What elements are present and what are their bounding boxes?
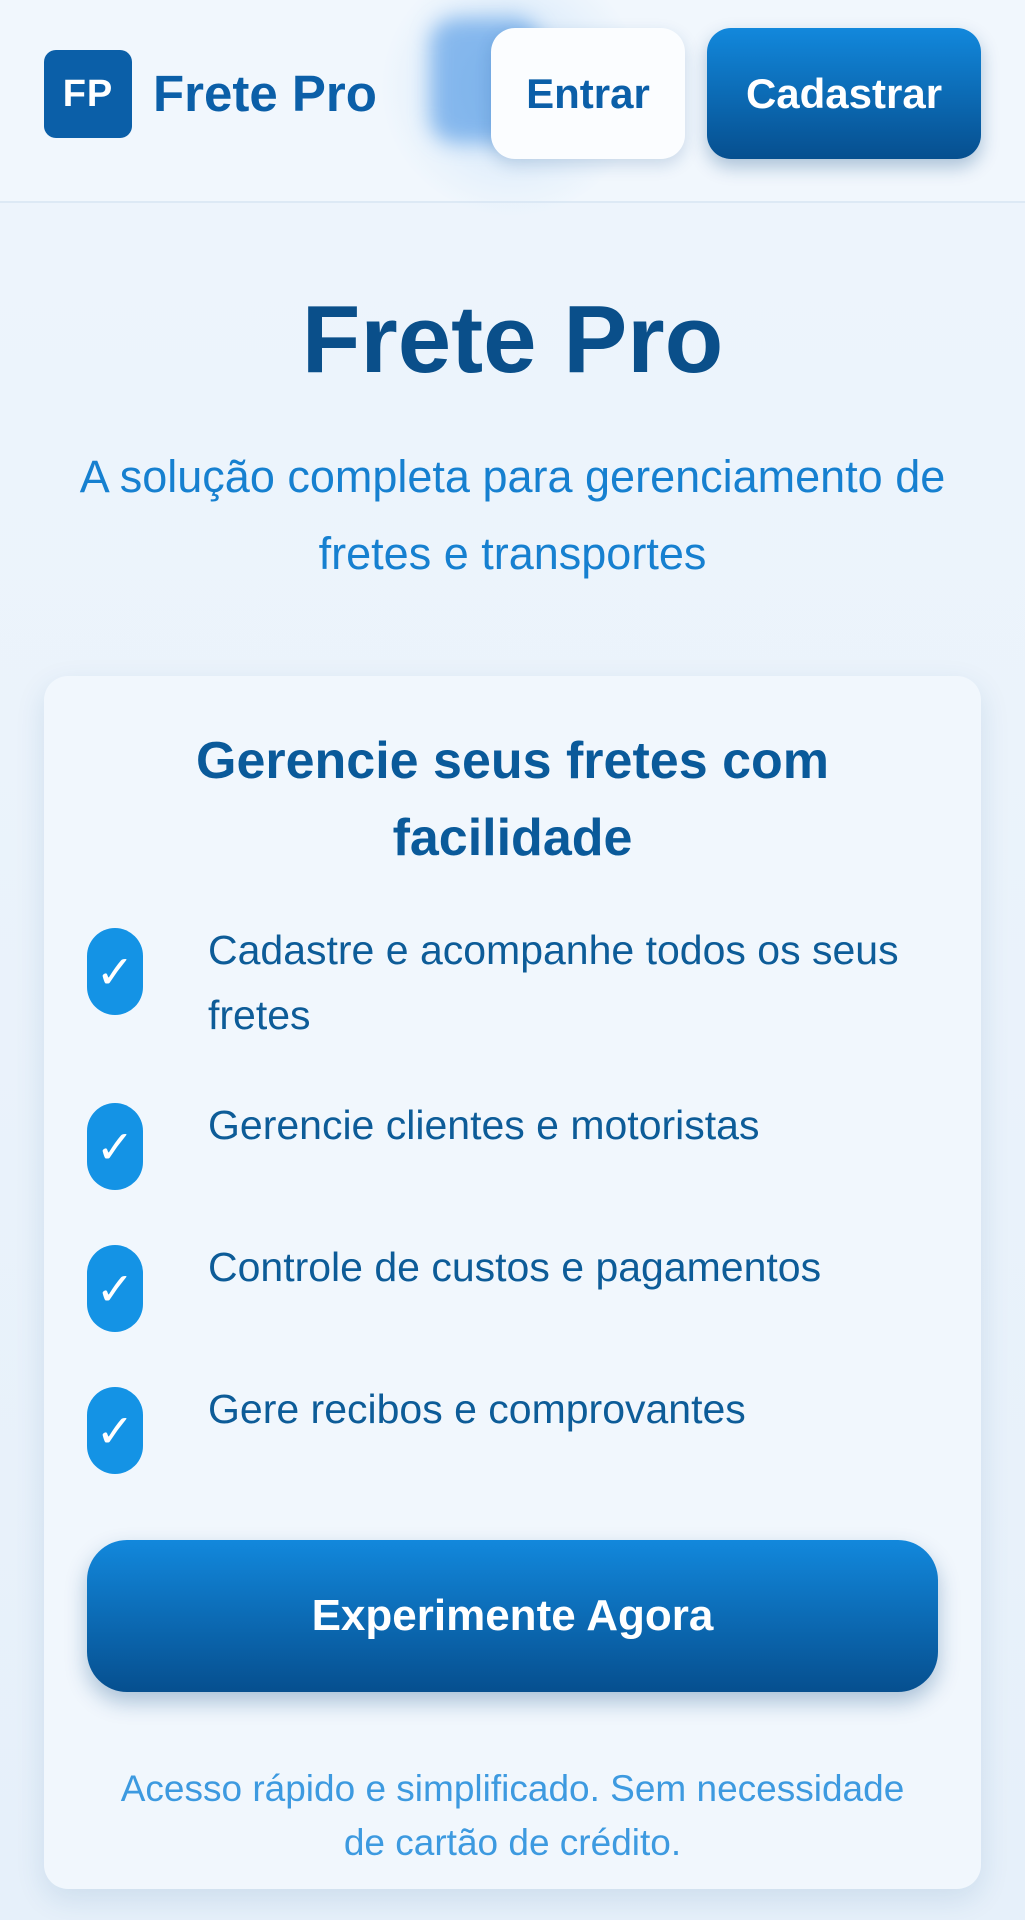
top-header: FP Frete Pro Entrar Cadastrar [0, 0, 1025, 215]
logo-icon[interactable]: FP [44, 50, 132, 138]
feature-item: ✓ Gerencie clientes e motoristas [87, 1102, 907, 1203]
hero-title: Frete Pro [301, 286, 724, 393]
feature-text: Controle de custos e pagamentos [208, 1244, 822, 1290]
card-title: Gerencie seus fretes com facilidade [196, 732, 829, 867]
feature-text: Cadastre e acompanhe todos os seus frete… [208, 927, 899, 1038]
check-icon: ✓ [87, 928, 143, 1015]
check-icon: ✓ [87, 1387, 143, 1474]
hero-subtitle: A solução completa para gerenciamento de… [79, 451, 946, 579]
feature-item: ✓ Cadastre e acompanhe todos os seus fre… [87, 927, 907, 1038]
feature-text: Gere recibos e comprovantes [208, 1386, 746, 1432]
signup-button[interactable]: Cadastrar [707, 28, 981, 159]
features-card: Gerencie seus fretes com facilidade ✓ Ca… [44, 676, 981, 1889]
brand-name[interactable]: Frete Pro [153, 62, 377, 126]
login-button[interactable]: Entrar [491, 28, 685, 159]
feature-item: ✓ Gere recibos e comprovantes [87, 1386, 907, 1487]
check-icon: ✓ [87, 1103, 143, 1190]
access-note: Acesso rápido e simplificado. Sem necess… [120, 1768, 905, 1863]
feature-text: Gerencie clientes e motoristas [208, 1102, 760, 1148]
feature-item: ✓ Controle de custos e pagamentos [87, 1244, 907, 1345]
check-icon: ✓ [87, 1245, 143, 1332]
try-now-button[interactable]: Experimente Agora [87, 1540, 938, 1692]
